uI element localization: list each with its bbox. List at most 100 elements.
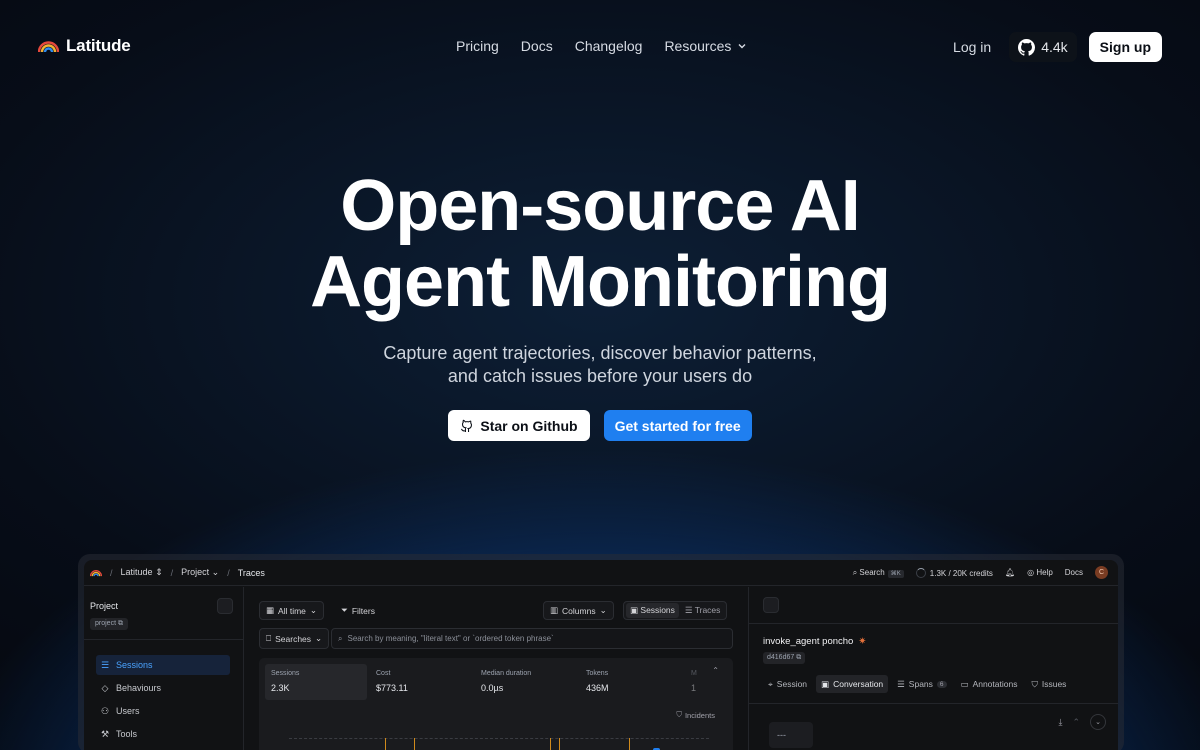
comment-icon: ▭ [960,678,969,689]
time-range-select[interactable]: ▦ All time ⌄ [259,601,325,620]
nav-link-pricing[interactable]: Pricing [456,38,499,54]
shield-icon: ⛉ [1031,678,1038,689]
tab-label: Spans [908,679,933,689]
chevron-down-icon: ⌄ [1095,719,1101,726]
breadcrumb-org[interactable]: Latitude ⇕ [121,567,163,578]
chevron-down-icon: ⌄ [309,605,318,615]
saved-searches-button[interactable]: ⎕ Searches ⌄ [259,628,330,649]
panel-divider [749,623,1118,624]
global-search[interactable]: ⌕ Search ⌘K [853,568,904,578]
nav-resources-label: Resources [664,38,732,54]
stat-cost[interactable]: Cost $773.11 [370,664,472,700]
stat-label: M [691,670,697,677]
chevron-down-icon [738,44,746,49]
view-toggle: ▣ Sessions ☰ Traces [623,601,728,620]
app-preview: / Latitude ⇕ / Project ⌄ / Traces ⌕ Sear… [84,560,1118,750]
saved-searches-label: Searches [275,633,312,644]
stat-label: Cost [376,670,391,677]
brand-name: Latitude [66,36,131,55]
brand-logo[interactable]: Latitude [38,36,131,56]
credits-indicator[interactable]: 1.3K / 20K credits [915,567,993,578]
sessions-chart [289,738,709,750]
chevron-up-icon[interactable]: ⌃ [1072,717,1080,728]
breadcrumb-separator: / [227,567,230,578]
run-title-label: invoke_agent poncho [763,636,854,647]
stat-tokens[interactable]: Tokens 436M [580,664,682,700]
breadcrumb: / Latitude ⇕ / Project ⌄ / Traces [90,567,265,578]
stat-label: Tokens [586,670,609,677]
view-sessions-tab[interactable]: ▣ Sessions [626,603,679,618]
docs-link[interactable]: Docs [1065,568,1083,577]
incidents-toggle[interactable]: ⛉ Incidents [676,710,715,720]
hero-subtitle-line-1: Capture agent trajectories, discover beh… [383,343,817,363]
sidebar-item-users[interactable]: ⚇ Users [96,701,230,721]
incident-marker [559,738,560,750]
chat-icon: ▣ [630,605,639,615]
sidebar-item-tools[interactable]: ⚒ Tools [96,724,230,744]
stat-value: $773.11 [376,683,408,693]
download-icon[interactable]: ⤓ [1058,717,1062,728]
stat-truncated[interactable]: M 1 [685,664,707,700]
stats-panel: Sessions 2.3K Cost $773.11 Median durati… [259,658,733,750]
hero-cta-group: Star on Github Get started for free [0,410,1200,441]
incident-marker [629,738,630,750]
project-slug-badge[interactable]: project ⧉ [90,618,128,630]
bell-icon[interactable]: 🔔︎ [1005,568,1015,577]
tab-annotations[interactable]: ▭ Annotations [956,675,1023,693]
view-traces-tab[interactable]: ☰ Traces [681,603,725,618]
copy-icon: ⧉ [117,620,123,627]
chevron-down-icon: ⌄ [315,633,323,643]
tab-conversation[interactable]: ▣ Conversation [816,675,889,693]
message-bubble: --- [769,722,813,748]
hero-subtitle-line-2: and catch issues before your users do [447,366,753,386]
conversation-actions: ⤓ ⌃ ⌄ [1058,714,1106,730]
star-on-github-button[interactable]: Star on Github [448,410,590,441]
signup-button[interactable]: Sign up [1088,32,1162,62]
filter-icon: ⏷ [341,605,348,615]
run-id-badge[interactable]: d416d67 ⧉ [763,652,806,664]
sidebar-item-behaviours[interactable]: ◇ Behaviours [96,678,230,698]
stat-value: 436M [586,683,609,693]
tag-icon: ◇ [101,682,109,693]
github-outline-icon [461,419,473,432]
help-button[interactable]: ◎ Help [1027,568,1053,577]
nav-link-changelog[interactable]: Changelog [575,38,643,54]
filters-button[interactable]: ⏷ Filters [335,601,381,620]
breadcrumb-project-label: Project [181,567,210,577]
time-range-label: All time [278,605,306,616]
sidebar-divider [84,639,244,640]
avatar[interactable]: C [1095,566,1108,579]
columns-button[interactable]: ▥ Columns ⌄ [543,601,614,620]
tab-label: Annotations [972,679,1018,689]
star-on-github-label: Star on Github [480,417,578,434]
hero-subtitle: Capture agent trajectories, discover beh… [0,342,1200,388]
panel-divider [749,703,1118,704]
run-id-label: d416d67 [767,654,795,661]
login-link[interactable]: Log in [953,39,991,55]
stat-label: Sessions [271,670,300,677]
nav-resources-dropdown[interactable]: Resources [664,38,747,54]
help-icon: ◎ [1027,568,1035,577]
traces-search-input[interactable]: ⌕ Search by meaning, "literal text" or `… [331,628,733,649]
tab-spans[interactable]: ☰ Spans 6 [892,675,951,693]
tab-issues[interactable]: ⛉ Issues [1026,675,1071,693]
session-icon: ⌖ [768,678,773,689]
tab-session[interactable]: ⌖ Session [763,675,812,693]
help-label: Help [1036,568,1053,577]
sidebar-toggle-button[interactable] [217,598,233,614]
stat-sessions[interactable]: Sessions 2.3K [265,664,367,700]
panel-toggle-button[interactable] [763,597,779,613]
shield-icon: ⛉ [676,710,682,719]
sidebar-item-sessions[interactable]: ☰ Sessions [96,655,230,675]
chevron-updown-icon: ⇕ [155,567,163,577]
stat-median-duration[interactable]: Median duration 0.0µs [475,664,577,700]
breadcrumb-project[interactable]: Project ⌄ [181,567,219,578]
nav-link-docs[interactable]: Docs [521,38,553,54]
chevron-down-button[interactable]: ⌄ [1090,714,1106,730]
github-stars-button[interactable]: 4.4k [1009,32,1077,62]
get-started-button[interactable]: Get started for free [603,410,752,441]
incident-marker [414,738,415,750]
rainbow-logo-icon [38,40,59,52]
github-icon [1018,38,1036,56]
chevron-up-icon[interactable]: ⌃ [712,666,719,675]
